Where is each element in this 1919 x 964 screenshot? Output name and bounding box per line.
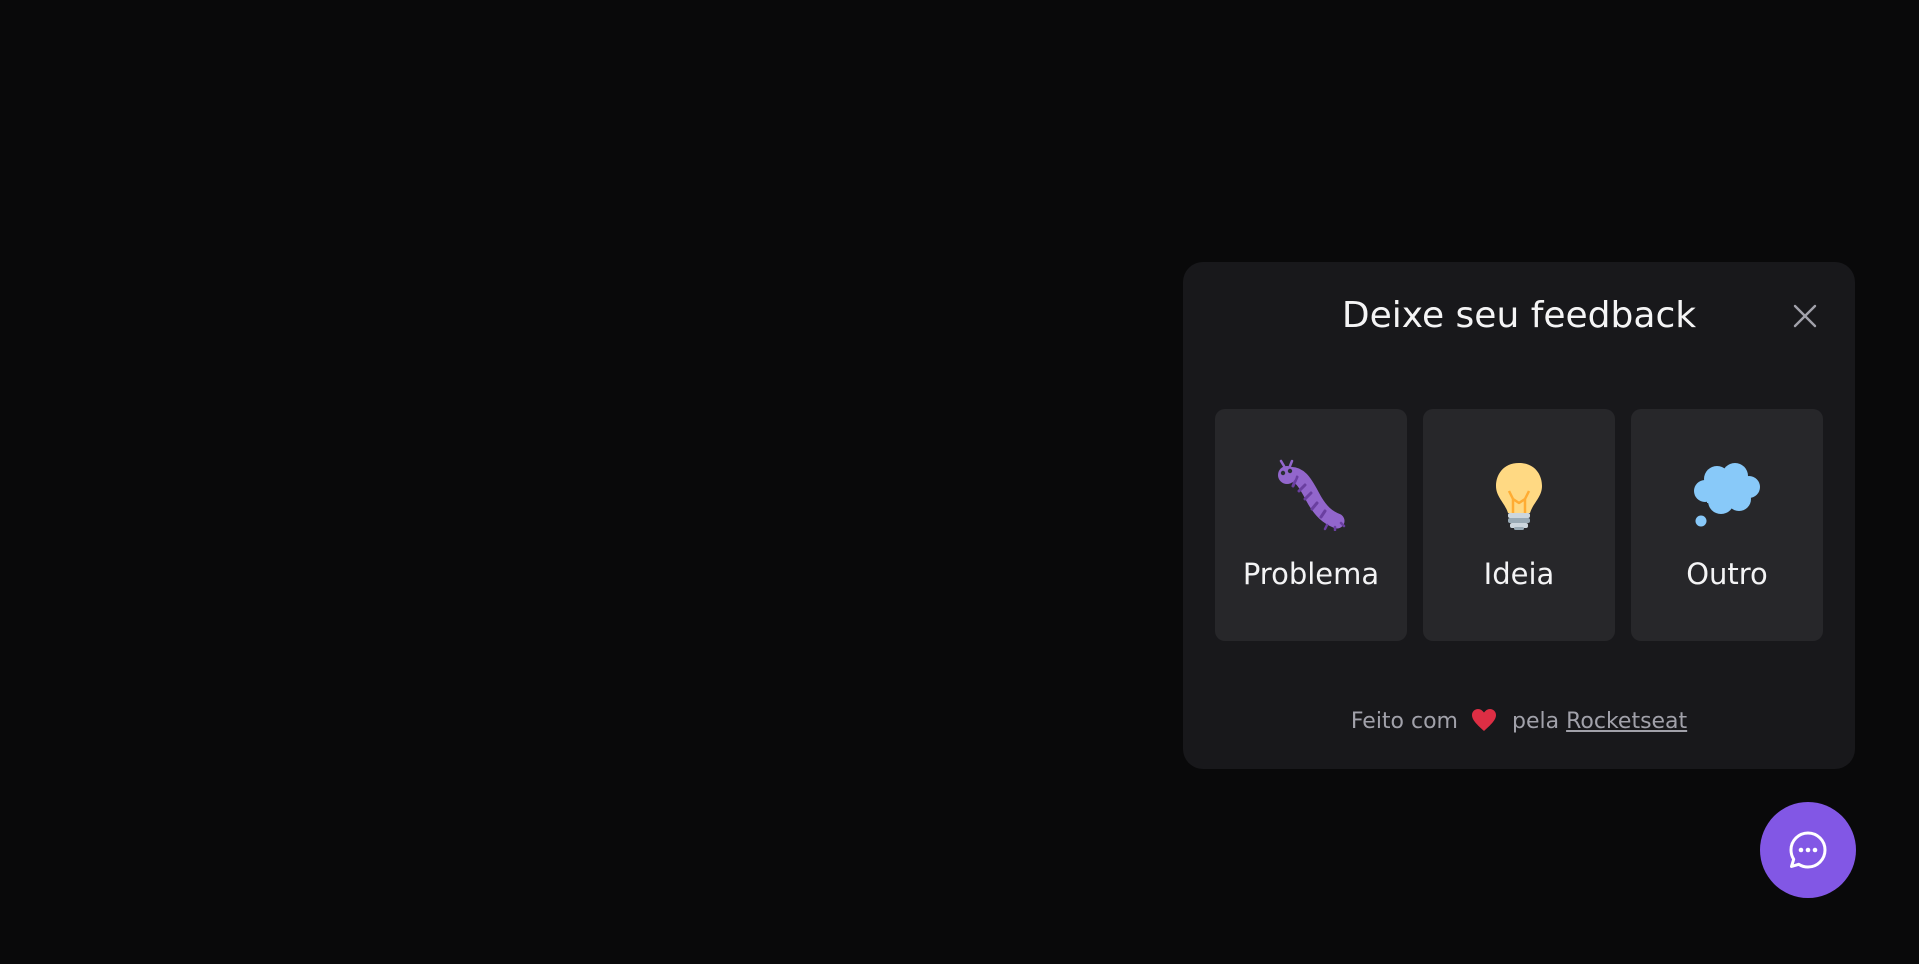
- rocketseat-link[interactable]: Rocketseat: [1566, 709, 1687, 734]
- footer-prefix-text: Feito com: [1350, 709, 1458, 734]
- feedback-type-list: Problema Ideia Outro: [1215, 409, 1823, 641]
- close-icon: [1793, 304, 1817, 328]
- lightbulb-icon: [1496, 463, 1542, 531]
- open-feedback-button[interactable]: [1760, 802, 1856, 898]
- feedback-widget-panel: Deixe seu feedback Problema Ideia Outro …: [1183, 262, 1855, 769]
- widget-title: Deixe seu feedback: [1341, 295, 1697, 336]
- thought-bubble-icon: [1694, 463, 1760, 527]
- widget-footer: Feito com pela Rocketseat: [1183, 708, 1855, 735]
- feedback-type-other-button[interactable]: Outro: [1631, 409, 1823, 641]
- feedback-type-label: Outro: [1686, 557, 1768, 592]
- close-button[interactable]: [1789, 300, 1821, 332]
- bug-icon: [1278, 459, 1346, 532]
- feedback-type-label: Ideia: [1483, 557, 1555, 592]
- feedback-type-label: Problema: [1242, 557, 1380, 592]
- heart-icon: [1472, 709, 1496, 731]
- footer-middle-text: pela: [1512, 709, 1560, 734]
- feedback-type-problem-button[interactable]: Problema: [1215, 409, 1407, 641]
- feedback-type-idea-button[interactable]: Ideia: [1423, 409, 1615, 641]
- page: Deixe seu feedback Problema Ideia Outro …: [0, 0, 1919, 964]
- chat-icon: [1789, 831, 1827, 869]
